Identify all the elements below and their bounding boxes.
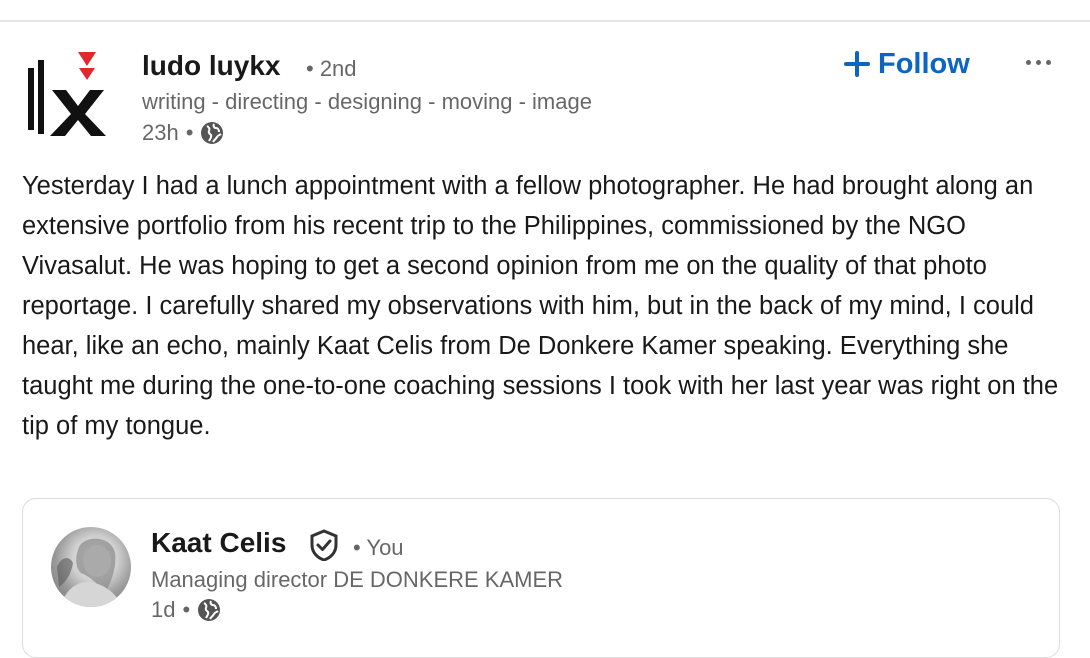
shared-post-time: 1d: [151, 597, 176, 622]
globe-icon: [201, 122, 224, 144]
more-options-button[interactable]: [1018, 50, 1058, 74]
meta-separator: •: [182, 597, 191, 622]
follow-label: Follow: [878, 47, 970, 80]
ellipsis-dot: [1025, 59, 1031, 65]
post-time: 23h: [142, 120, 179, 145]
relation-label: • You: [353, 535, 404, 560]
shared-profile-card[interactable]: Kaat Celis • You Managing director DE DO…: [22, 498, 1060, 658]
ellipsis-dot: [1035, 59, 1041, 65]
top-divider: [0, 20, 1090, 22]
connection-degree: • 2nd: [306, 56, 357, 81]
post-header: ludo luykx • 2nd writing - directing - d…: [22, 46, 1072, 156]
avatar[interactable]: [51, 527, 131, 607]
follow-button[interactable]: Follow: [844, 46, 970, 82]
shared-post-meta: 1d •: [151, 597, 221, 623]
meta-separator: •: [185, 120, 194, 145]
post-meta: 23h •: [142, 120, 224, 146]
post-text: Yesterday I had a lunch appointment with…: [22, 172, 1059, 440]
avatar-photo-icon: [57, 538, 121, 607]
verified-shield-icon: [310, 529, 338, 561]
ellipsis-dot: [1045, 59, 1051, 65]
author-headline: writing - directing - designing - moving…: [142, 89, 592, 114]
author-name[interactable]: ludo luykx: [142, 50, 280, 82]
globe-icon: [198, 599, 221, 621]
author-logo-icon[interactable]: [22, 46, 118, 142]
shared-author-name[interactable]: Kaat Celis: [151, 527, 286, 559]
shared-author-headline: Managing director DE DONKERE KAMER: [151, 567, 564, 592]
plus-icon: [844, 51, 870, 77]
